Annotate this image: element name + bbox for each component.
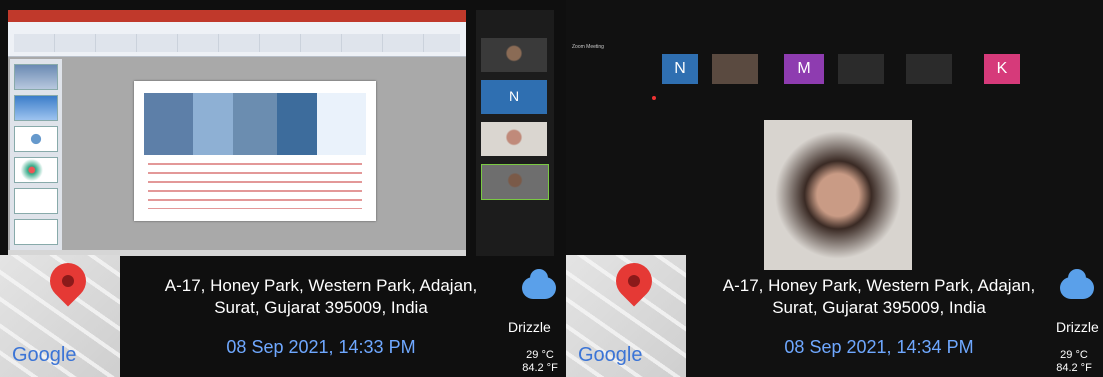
temperature-c: 29 °C [1060,349,1088,361]
datetime: 08 Sep 2021, 14:33 PM [226,337,416,357]
ppt-titlebar [8,10,466,22]
temperature-f: 84.2 °F [522,362,558,374]
geotag-overlay: Google A-17, Honey Park, Western Park, A… [566,255,1103,377]
cloud-rain-icon [522,269,556,299]
address-line2: Surat, Gujarat 395009, India [214,298,428,317]
map-pin-icon [608,255,660,307]
participant-tile-n[interactable]: N [481,80,547,114]
map-pin-icon [42,255,94,307]
ppt-ribbon[interactable] [8,22,466,57]
datetime: 08 Sep 2021, 14:34 PM [784,337,974,357]
participant-video[interactable] [712,54,758,84]
participant-tile-m[interactable]: M [784,54,824,84]
address-line2: Surat, Gujarat 395009, India [772,298,986,317]
slide-thumbnail[interactable] [14,188,58,214]
current-slide[interactable] [134,81,376,221]
cloud-rain-icon [1060,269,1094,299]
google-logo: Google [578,344,643,366]
geotag-overlay: Google A-17, Honey Park, Western Park, A… [0,255,572,377]
slide-thumbnail[interactable] [14,64,58,90]
weather-condition: Drizzle [1056,319,1099,335]
address: A-17, Honey Park, Western Park, Adajan, … [135,275,507,319]
address: A-17, Honey Park, Western Park, Adajan, … [694,275,1064,319]
google-logo: Google [12,344,77,366]
slide-thumbnail[interactable] [14,219,58,245]
slide-thumbnails[interactable] [10,59,62,252]
temperature: 29 °C 84.2 °F [510,349,570,375]
right-screenshot: Zoom Meeting N M K Google A-17, Honey Pa… [566,0,1103,377]
participant-tile-k[interactable]: K [984,54,1020,84]
temperature: 29 °C 84.2 °F [1046,349,1102,375]
participant-tile-n[interactable]: N [662,54,698,84]
participant-video[interactable] [481,38,547,72]
map-thumbnail: Google [0,255,120,377]
map-thumbnail: Google [566,255,686,377]
slide-thumbnail[interactable] [14,157,58,183]
ppt-editor [8,57,466,256]
slide-thumbnail[interactable] [14,95,58,121]
participant-tile[interactable] [906,54,952,84]
weather-condition: Drizzle [508,319,551,335]
participant-video[interactable] [481,122,547,156]
powerpoint-window [8,10,466,256]
left-screenshot: N Google A-17, Honey Park, Western Park,… [0,0,572,377]
ribbon-groups[interactable] [14,34,460,52]
slide-thumbnail[interactable] [14,126,58,152]
slide-text-block [148,159,362,209]
active-speaker-video[interactable] [764,120,912,270]
temperature-f: 84.2 °F [1056,362,1092,374]
address-line1: A-17, Honey Park, Western Park, Adajan, [722,276,1036,295]
participant-video-active[interactable] [481,164,549,200]
zoom-window-title: Zoom Meeting [572,44,604,50]
recording-indicator [652,96,656,101]
slide-photo-collage [144,93,366,155]
record-icon [652,96,656,100]
address-line1: A-17, Honey Park, Western Park, Adajan, [164,276,478,295]
participant-tile[interactable] [838,54,884,84]
zoom-participant-strip: N [476,10,554,256]
temperature-c: 29 °C [526,349,554,361]
